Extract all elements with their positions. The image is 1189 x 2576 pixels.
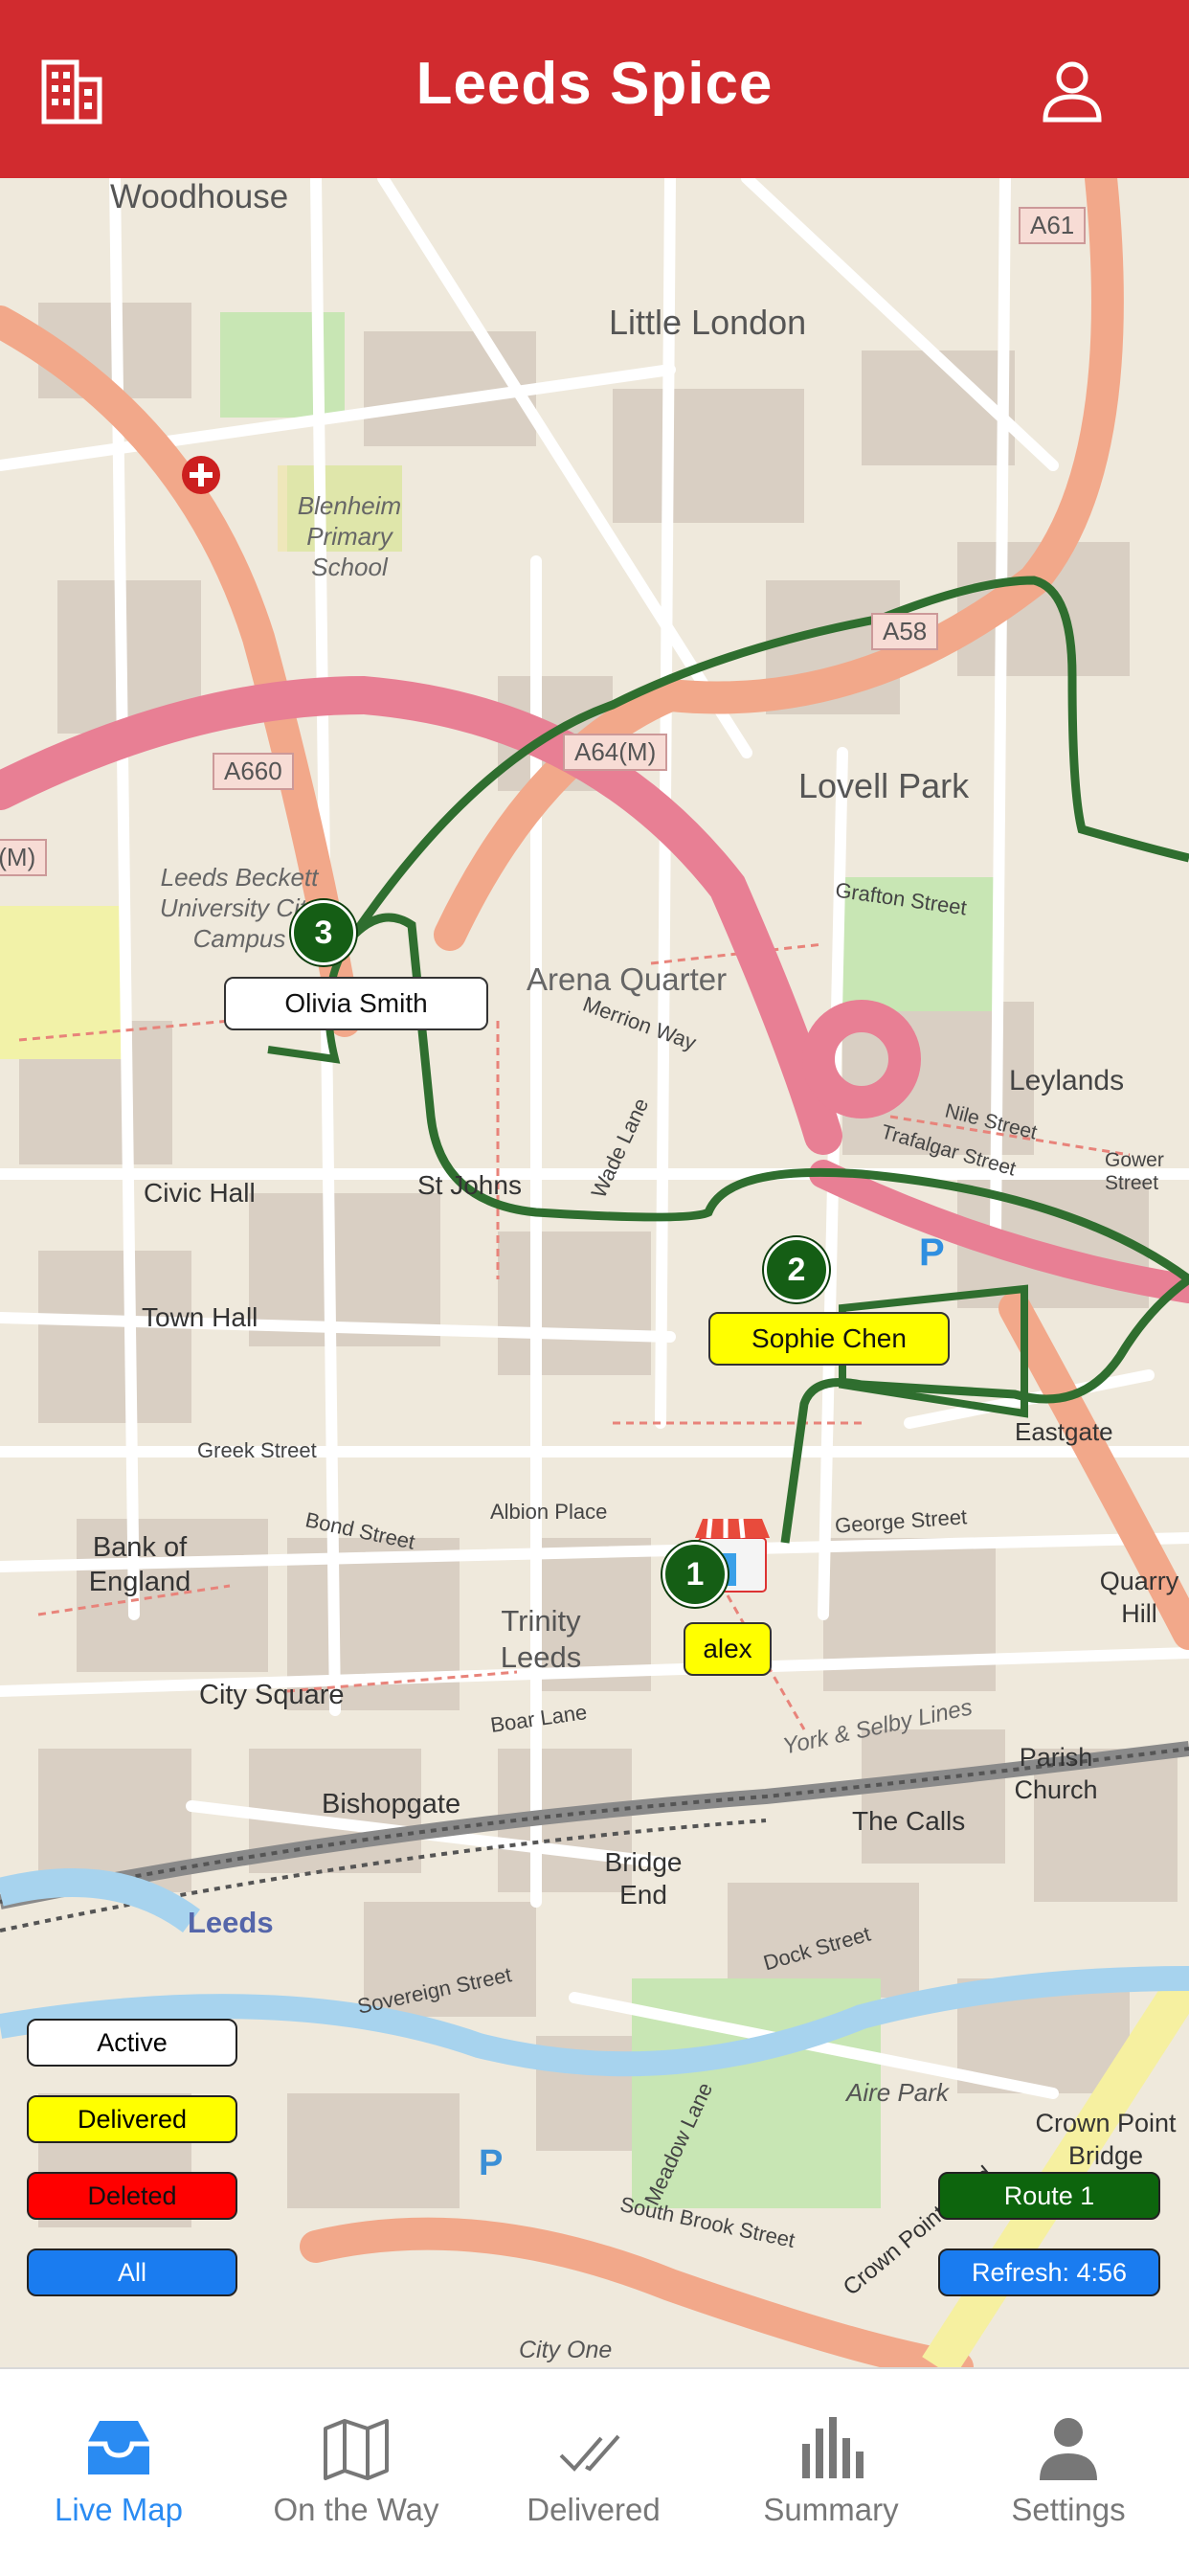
map-icon — [324, 2419, 389, 2480]
place-label: Civic Hall — [144, 1178, 256, 1208]
tab-summary[interactable]: Summary — [712, 2369, 950, 2576]
stop-label-alex[interactable]: alex — [684, 1622, 772, 1676]
filter-delivered-button[interactable]: Delivered — [27, 2095, 237, 2143]
app-header: Leeds Spice — [0, 0, 1189, 178]
road-shield: A58 — [871, 613, 939, 650]
place-label: Blenheim Primary School — [297, 491, 402, 581]
tab-label: Live Map — [55, 2492, 183, 2527]
place-label: Little London — [609, 303, 807, 342]
double-check-icon — [559, 2434, 620, 2472]
place-label: Woodhouse — [110, 178, 289, 215]
place-label: Parish Church — [1014, 1743, 1098, 1804]
place-label: St Johns — [417, 1170, 522, 1200]
refresh-button[interactable]: Refresh: 4:56 — [938, 2248, 1160, 2296]
place-label: Quarry Hill — [1099, 1567, 1179, 1628]
street-label: Albion Place — [490, 1500, 608, 1524]
road-shield: A64(M) — [563, 734, 668, 771]
place-label: Aire Park — [846, 2078, 949, 2107]
road-shield: A64(M) — [0, 839, 48, 876]
stop-label-olivia-smith[interactable]: Olivia Smith — [224, 977, 488, 1030]
route-button[interactable]: Route 1 — [938, 2172, 1160, 2220]
app-title: Leeds Spice — [415, 51, 774, 117]
stop-marker-1[interactable]: 1 — [662, 1542, 728, 1607]
place-label: Leeds — [188, 1906, 274, 1939]
user-icon[interactable] — [1034, 53, 1110, 129]
place-label: City Square — [199, 1680, 345, 1710]
road-shield: A660 — [213, 753, 294, 790]
place-label: Arena Quarter — [527, 961, 728, 997]
tab-label: Summary — [763, 2492, 899, 2527]
filter-active-button[interactable]: Active — [27, 2019, 237, 2067]
place-label: Bridge End — [604, 1847, 683, 1909]
tab-on-the-way[interactable]: On the Way — [237, 2369, 475, 2576]
svg-text:P: P — [479, 2143, 503, 2183]
live-map[interactable]: P P Woodhouse Little London Lovell Park … — [0, 178, 1189, 2367]
tab-label: Settings — [1011, 2492, 1126, 2527]
place-label: Lovell Park — [798, 766, 970, 805]
place-label: Town Hall — [142, 1302, 258, 1332]
road-shield: A61 — [1019, 207, 1087, 244]
person-icon — [1040, 2418, 1097, 2480]
tab-live-map[interactable]: Live Map — [0, 2369, 237, 2576]
svg-text:P: P — [919, 1232, 945, 1274]
tab-settings[interactable]: Settings — [950, 2369, 1187, 2576]
tab-label: Delivered — [527, 2492, 661, 2527]
place-label: Leylands — [1009, 1065, 1125, 1096]
filter-all-button[interactable]: All — [27, 2248, 237, 2296]
inbox-tray-icon — [88, 2421, 149, 2474]
place-label: The Calls — [852, 1806, 966, 1836]
street-label: Gower Street — [1105, 1149, 1164, 1194]
place-label: Crown Point Bridge — [1035, 2109, 1177, 2170]
bar-chart-icon — [802, 2417, 864, 2478]
tab-delivered[interactable]: Delivered — [475, 2369, 712, 2576]
place-label: City One — [519, 2337, 613, 2363]
bottom-tab-bar: Live Map On the Way Delivered Summary Se… — [0, 2367, 1189, 2576]
place-label: Bishopgate — [322, 1789, 461, 1819]
place-label: Eastgate — [1015, 1417, 1113, 1446]
stop-label-sophie-chen[interactable]: Sophie Chen — [708, 1312, 950, 1366]
filter-deleted-button[interactable]: Deleted — [27, 2172, 237, 2220]
place-label: Bank of England — [88, 1532, 191, 1597]
tab-label: On the Way — [273, 2492, 439, 2527]
stop-marker-2[interactable]: 2 — [764, 1237, 829, 1302]
stop-marker-3[interactable]: 3 — [291, 900, 356, 965]
street-label: Greek Street — [197, 1438, 317, 1462]
place-label: Trinity Leeds — [500, 1604, 582, 1674]
